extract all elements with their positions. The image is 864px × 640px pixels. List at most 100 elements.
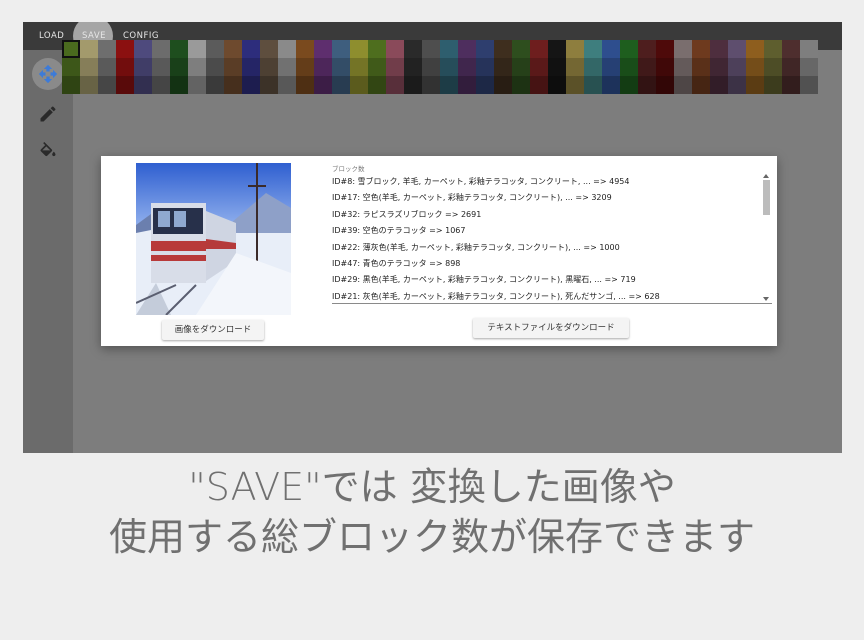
palette-swatch-cell[interactable] (278, 76, 296, 94)
palette-swatch-cell[interactable] (134, 40, 152, 58)
palette-swatch[interactable] (98, 40, 116, 94)
palette-swatch[interactable] (134, 40, 152, 94)
palette-swatch-cell[interactable] (332, 58, 350, 76)
palette-swatch[interactable] (116, 40, 134, 94)
palette-swatch-cell[interactable] (314, 40, 332, 58)
palette-swatch-cell[interactable] (512, 58, 530, 76)
palette-swatch-cell[interactable] (710, 40, 728, 58)
palette-swatch-cell[interactable] (620, 58, 638, 76)
palette-swatch-cell[interactable] (764, 76, 782, 94)
palette-swatch-cell[interactable] (494, 40, 512, 58)
palette-swatch-cell[interactable] (638, 58, 656, 76)
palette-swatch-cell[interactable] (458, 40, 476, 58)
palette-swatch-cell[interactable] (386, 40, 404, 58)
palette-swatch-cell[interactable] (80, 58, 98, 76)
palette-swatch[interactable] (602, 40, 620, 94)
palette-swatch-cell[interactable] (224, 76, 242, 94)
palette-swatch-cell[interactable] (152, 76, 170, 94)
palette-swatch-cell[interactable] (782, 58, 800, 76)
palette-swatch-cell[interactable] (170, 58, 188, 76)
palette-swatch[interactable] (746, 40, 764, 94)
palette-swatch-cell[interactable] (638, 76, 656, 94)
palette-swatch[interactable] (728, 40, 746, 94)
palette-swatch[interactable] (674, 40, 692, 94)
palette-swatch-cell[interactable] (638, 40, 656, 58)
palette-swatch-cell[interactable] (530, 58, 548, 76)
palette-swatch-cell[interactable] (404, 76, 422, 94)
palette-swatch-cell[interactable] (728, 58, 746, 76)
palette-swatch[interactable] (584, 40, 602, 94)
palette-swatch[interactable] (170, 40, 188, 94)
palette-swatch-cell[interactable] (386, 76, 404, 94)
palette-swatch[interactable] (62, 40, 80, 94)
palette-swatch[interactable] (296, 40, 314, 94)
palette-swatch-cell[interactable] (584, 40, 602, 58)
download-text-button[interactable]: テキストファイルをダウンロード (473, 318, 629, 338)
palette-swatch-cell[interactable] (728, 76, 746, 94)
palette-swatch[interactable] (404, 40, 422, 94)
palette-swatch-cell[interactable] (350, 40, 368, 58)
palette-swatch-cell[interactable] (656, 40, 674, 58)
palette-swatch[interactable] (278, 40, 296, 94)
palette-swatch[interactable] (458, 40, 476, 94)
palette-swatch-cell[interactable] (656, 76, 674, 94)
palette-swatch-cell[interactable] (134, 76, 152, 94)
palette-swatch[interactable] (656, 40, 674, 94)
palette-swatch[interactable] (242, 40, 260, 94)
palette-swatch-cell[interactable] (566, 40, 584, 58)
palette-swatch-cell[interactable] (746, 40, 764, 58)
palette-swatch-cell[interactable] (800, 58, 818, 76)
palette-swatch[interactable] (224, 40, 242, 94)
move-tool-button[interactable] (32, 58, 64, 90)
palette-swatch-cell[interactable] (602, 58, 620, 76)
scroll-down-arrow-icon[interactable] (763, 297, 769, 301)
fill-tool-button[interactable] (32, 136, 64, 168)
palette-swatch-cell[interactable] (98, 58, 116, 76)
palette-swatch-cell[interactable] (440, 40, 458, 58)
palette-swatch-cell[interactable] (134, 58, 152, 76)
palette-swatch[interactable] (476, 40, 494, 94)
palette-swatch-cell[interactable] (494, 58, 512, 76)
palette-swatch[interactable] (422, 40, 440, 94)
palette-swatch-cell[interactable] (152, 58, 170, 76)
palette-swatch-cell[interactable] (422, 76, 440, 94)
palette-swatch[interactable] (440, 40, 458, 94)
palette-swatch-cell[interactable] (782, 76, 800, 94)
palette-swatch[interactable] (350, 40, 368, 94)
palette-swatch-cell[interactable] (458, 76, 476, 94)
palette-swatch-cell[interactable] (404, 58, 422, 76)
palette-swatch-cell[interactable] (656, 58, 674, 76)
palette-swatch-cell[interactable] (800, 40, 818, 58)
scroll-thumb[interactable] (763, 180, 770, 215)
palette-swatch-cell[interactable] (296, 58, 314, 76)
palette-swatch[interactable] (692, 40, 710, 94)
palette-swatch-cell[interactable] (80, 76, 98, 94)
palette-swatch-cell[interactable] (764, 58, 782, 76)
palette-swatch-cell[interactable] (188, 76, 206, 94)
palette-swatch[interactable] (188, 40, 206, 94)
palette-swatch-cell[interactable] (440, 76, 458, 94)
palette-swatch[interactable] (80, 40, 98, 94)
palette-swatch-cell[interactable] (332, 40, 350, 58)
palette-swatch-cell[interactable] (692, 58, 710, 76)
palette-swatch-cell[interactable] (350, 76, 368, 94)
palette-swatch[interactable] (512, 40, 530, 94)
palette-swatch[interactable] (548, 40, 566, 94)
palette-swatch-cell[interactable] (620, 76, 638, 94)
palette-swatch-cell[interactable] (98, 40, 116, 58)
palette-swatch-cell[interactable] (566, 58, 584, 76)
palette-swatch-cell[interactable] (710, 58, 728, 76)
palette-swatch-cell[interactable] (710, 76, 728, 94)
palette-swatch-cell[interactable] (242, 40, 260, 58)
block-count-scrollbar[interactable] (762, 174, 771, 303)
palette-swatch[interactable] (152, 40, 170, 94)
palette-swatch-cell[interactable] (224, 58, 242, 76)
palette-swatch-cell[interactable] (260, 58, 278, 76)
palette-swatch-cell[interactable] (602, 40, 620, 58)
palette-swatch[interactable] (314, 40, 332, 94)
palette-swatch-cell[interactable] (512, 40, 530, 58)
block-count-textarea[interactable]: ブロック数 ID#8: 雪ブロック, 羊毛, カーペット, 彩釉テラコッタ, コ… (332, 163, 772, 304)
palette-swatch[interactable] (206, 40, 224, 94)
palette-swatch[interactable] (638, 40, 656, 94)
palette-swatch[interactable] (386, 40, 404, 94)
